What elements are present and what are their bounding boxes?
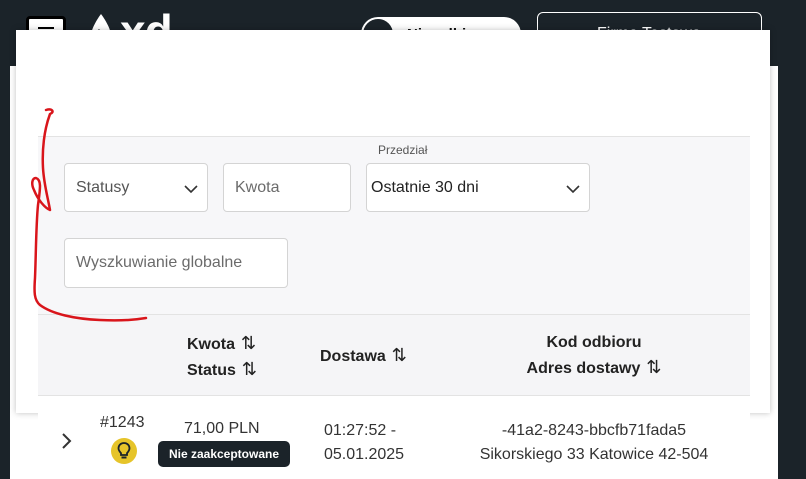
lightbulb-icon bbox=[111, 438, 137, 464]
chevron-down-icon bbox=[184, 185, 198, 194]
range-select[interactable]: Ostatnie 30 dni bbox=[366, 163, 590, 212]
delivery-date-value: 05.01.2025 bbox=[324, 446, 405, 463]
column-header-amount-status[interactable]: Kwota ⇅ Status ⇅ bbox=[187, 331, 257, 383]
column-address-label: Adres dostawy bbox=[526, 360, 641, 377]
amount-input[interactable] bbox=[223, 163, 351, 212]
global-search-input[interactable] bbox=[76, 254, 287, 272]
column-header-code-address[interactable]: Kod odbioru Adres dostawy ⇅ bbox=[472, 331, 716, 381]
global-search[interactable] bbox=[64, 238, 288, 288]
pickup-code-value: -41a2-8243-bbcfb71fada5 bbox=[501, 422, 687, 439]
delivery-time-value: 01:27:52 - bbox=[324, 422, 397, 439]
status-select[interactable]: Statusy bbox=[64, 163, 208, 212]
range-label: Przedział bbox=[378, 143, 428, 157]
order-amount: 71,00 PLN bbox=[184, 420, 260, 437]
hamburger-icon bbox=[38, 26, 54, 29]
window-frame-right bbox=[778, 0, 806, 479]
order-id: #1243 bbox=[100, 414, 145, 431]
pickup-code-address: -41a2-8243-bbcfb71fada5 Sikorskiego 33 K… bbox=[472, 419, 716, 467]
amount-field[interactable] bbox=[235, 178, 350, 197]
sort-arrows-icon[interactable]: ⇅ bbox=[242, 359, 257, 379]
column-pickup-code-label: Kod odbioru bbox=[546, 334, 642, 351]
sort-arrows-icon[interactable]: ⇅ bbox=[241, 333, 256, 353]
range-select-value: Ostatnie 30 dni bbox=[371, 178, 479, 196]
chevron-down-icon bbox=[566, 185, 580, 194]
delivery-address-value: Sikorskiego 33 Katowice 42-504 bbox=[479, 446, 709, 463]
chevron-right-icon[interactable] bbox=[60, 430, 74, 452]
status-select-label: Statusy bbox=[76, 178, 130, 196]
column-amount-label: Kwota bbox=[187, 336, 235, 353]
column-header-delivery[interactable]: Dostawa ⇅ bbox=[320, 343, 407, 369]
sort-arrows-icon[interactable]: ⇅ bbox=[392, 345, 407, 365]
column-delivery-label: Dostawa bbox=[320, 348, 386, 365]
column-status-label: Status bbox=[187, 362, 236, 379]
status-badge: Nie zaakceptowane bbox=[158, 441, 290, 467]
sort-arrows-icon[interactable]: ⇅ bbox=[646, 357, 661, 377]
delivery-time: 01:27:52 - 05.01.2025 bbox=[324, 419, 404, 467]
window-frame-left bbox=[0, 0, 10, 479]
